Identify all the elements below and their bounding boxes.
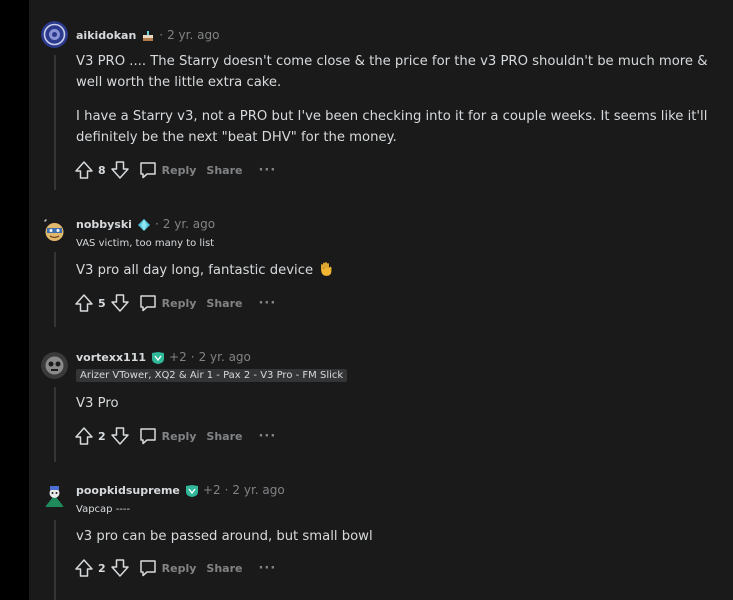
left-gutter xyxy=(0,0,29,600)
comment-actions: 5 Reply Share ··· xyxy=(74,291,276,315)
user-flair: Arizer VTower, XQ2 & Air 1 - Pax 2 - V3 … xyxy=(76,369,348,382)
comment-actions: 2 Reply Share ··· xyxy=(74,424,276,448)
comment-bubble-icon xyxy=(139,162,156,179)
flair-count[interactable]: +2 xyxy=(169,350,187,364)
share-button[interactable]: Share xyxy=(206,562,242,575)
share-button[interactable]: Share xyxy=(206,430,242,443)
downvote-icon[interactable] xyxy=(110,558,130,578)
reply-button[interactable]: Reply xyxy=(138,293,197,313)
upvote-icon[interactable] xyxy=(74,426,94,446)
share-button[interactable]: Share xyxy=(206,164,242,177)
timestamp[interactable]: 2 yr. ago xyxy=(163,217,215,231)
raised-hand-emoji-icon xyxy=(321,262,332,276)
username[interactable]: vortexx111 xyxy=(76,351,146,364)
comment-paragraph: V3 Pro xyxy=(76,396,119,411)
username[interactable]: nobbyski xyxy=(76,218,132,231)
separator: · xyxy=(159,28,164,42)
reply-button[interactable]: Reply xyxy=(138,160,197,180)
comment-meta: nobbyski · 2 yr. ago xyxy=(76,215,215,233)
vote-count: 2 xyxy=(98,429,106,443)
username[interactable]: aikidokan xyxy=(76,29,136,42)
comment: aikidokan · 2 yr. ago V3 PRO .... The St… xyxy=(29,0,733,200)
comment-paragraph: v3 pro can be passed around, but small b… xyxy=(76,529,373,544)
thread-line[interactable] xyxy=(54,387,56,462)
more-options-icon[interactable]: ··· xyxy=(258,561,276,576)
downvote-icon[interactable] xyxy=(110,426,130,446)
comment-paragraph: I have a Starry v3, not a PRO but I've b… xyxy=(76,109,708,145)
upvote-icon[interactable] xyxy=(74,558,94,578)
more-options-icon[interactable]: ··· xyxy=(258,429,276,444)
avatar[interactable] xyxy=(41,216,68,243)
share-label: Share xyxy=(206,561,243,575)
upvote-icon[interactable] xyxy=(74,160,94,180)
cake-emoji-icon xyxy=(141,28,155,42)
comment-body: v3 pro can be passed around, but small b… xyxy=(76,526,716,547)
share-button[interactable]: Share xyxy=(206,297,242,310)
reply-label: Reply xyxy=(161,429,197,443)
comment-body: V3 Pro xyxy=(76,393,716,414)
avatar[interactable] xyxy=(41,21,68,48)
comment-actions: 2 Reply Share ··· xyxy=(74,556,276,580)
comment-meta: vortexx111 +2 · 2 yr. ago xyxy=(76,348,251,366)
thread-line[interactable] xyxy=(54,520,56,600)
comment-bubble-icon xyxy=(139,560,156,577)
diamond-emoji-icon xyxy=(137,217,151,231)
timestamp[interactable]: 2 yr. ago xyxy=(167,28,219,42)
timestamp[interactable]: 2 yr. ago xyxy=(232,483,284,497)
reply-button[interactable]: Reply xyxy=(138,558,197,578)
comment-bubble-icon xyxy=(139,428,156,445)
reply-button[interactable]: Reply xyxy=(138,426,197,446)
downvote-icon[interactable] xyxy=(110,293,130,313)
separator: · xyxy=(224,483,229,497)
comment-body: V3 PRO .... The Starry doesn't come clos… xyxy=(76,51,716,148)
share-label: Share xyxy=(206,429,243,443)
user-flair: VAS victim, too many to list xyxy=(76,238,215,249)
comment-paragraph: V3 PRO .... The Starry doesn't come clos… xyxy=(76,54,708,90)
reply-label: Reply xyxy=(161,163,197,177)
comment-meta: poopkidsupreme +2 · 2 yr. ago xyxy=(76,481,285,499)
comment-body: V3 pro all day long, fantastic device xyxy=(76,260,716,281)
more-options-icon[interactable]: ··· xyxy=(258,296,276,311)
comment-meta: aikidokan · 2 yr. ago xyxy=(76,26,219,44)
timestamp[interactable]: 2 yr. ago xyxy=(199,350,251,364)
shield-emoji-icon xyxy=(185,483,199,497)
shield-emoji-icon xyxy=(151,350,165,364)
thread-line[interactable] xyxy=(54,55,56,190)
comment: poopkidsupreme +2 · 2 yr. ago Vapcap ---… xyxy=(29,468,733,600)
flair-count[interactable]: +2 xyxy=(203,483,221,497)
vote-count: 5 xyxy=(98,296,106,310)
comment: vortexx111 +2 · 2 yr. ago Arizer VTower,… xyxy=(29,335,733,468)
more-options-icon[interactable]: ··· xyxy=(258,163,276,178)
comment: nobbyski · 2 yr. ago VAS victim, too man… xyxy=(29,200,733,335)
separator: · xyxy=(190,350,195,364)
comment-paragraph: V3 pro all day long, fantastic device xyxy=(76,263,314,278)
avatar[interactable] xyxy=(41,352,68,379)
reply-label: Reply xyxy=(161,561,197,575)
user-flair: Vapcap ---- xyxy=(76,504,131,515)
thread-line[interactable] xyxy=(54,252,56,327)
vote-count: 2 xyxy=(98,561,106,575)
comments-panel: aikidokan · 2 yr. ago V3 PRO .... The St… xyxy=(29,0,733,600)
separator: · xyxy=(154,217,159,231)
comment-bubble-icon xyxy=(139,295,156,312)
vote-count: 8 xyxy=(98,163,106,177)
username[interactable]: poopkidsupreme xyxy=(76,484,180,497)
share-label: Share xyxy=(206,296,243,310)
reply-label: Reply xyxy=(161,296,197,310)
comment-actions: 8 Reply Share ··· xyxy=(74,158,276,182)
avatar[interactable] xyxy=(41,483,68,510)
share-label: Share xyxy=(206,163,243,177)
upvote-icon[interactable] xyxy=(74,293,94,313)
downvote-icon[interactable] xyxy=(110,160,130,180)
